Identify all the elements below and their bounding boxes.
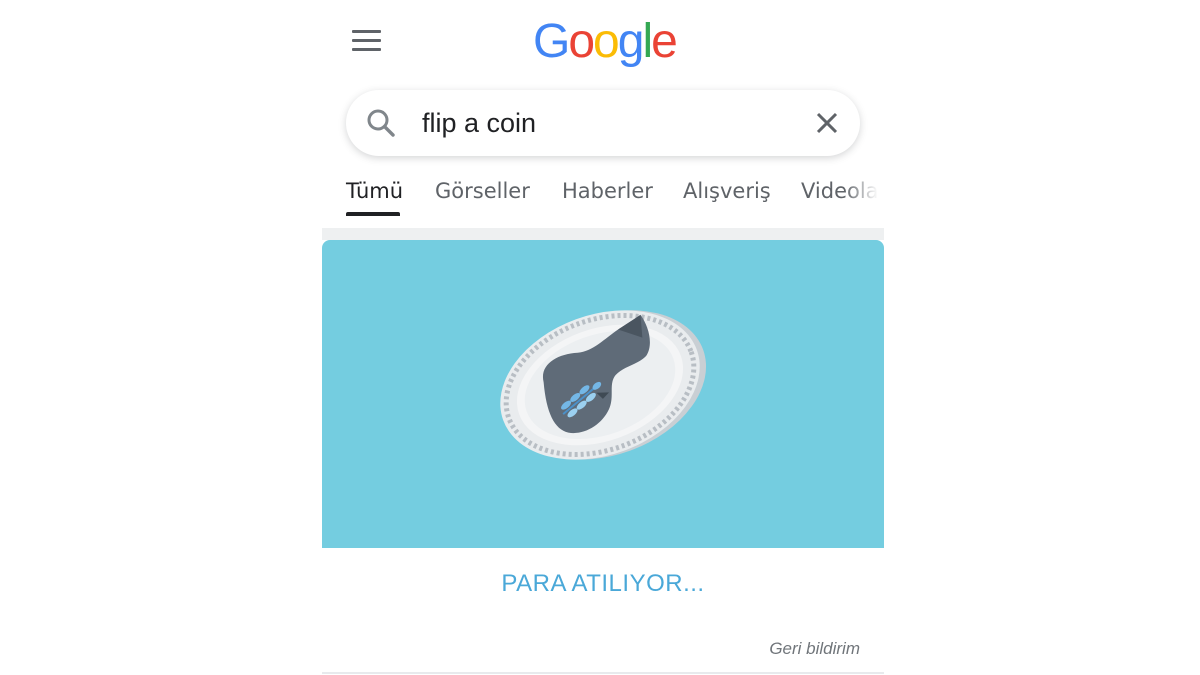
tabs-fade-overlay [844, 165, 884, 221]
coin-flipping-icon [500, 310, 707, 460]
tab-news[interactable]: Haberler [562, 179, 653, 203]
active-tab-indicator [346, 212, 400, 216]
close-icon[interactable] [814, 110, 840, 136]
google-search-page: Google Tümü Görseller Haberler Alışveriş… [0, 0, 1200, 675]
logo-letter: o [593, 15, 620, 68]
tab-all[interactable]: Tümü [346, 179, 403, 203]
section-divider [322, 228, 884, 240]
coin-flip-status: PARA ATILIYOR... [501, 570, 705, 597]
coin-flip-panel[interactable] [322, 240, 884, 548]
bottom-divider [322, 672, 884, 674]
logo-letter: e [651, 15, 678, 68]
logo-letter: G [533, 15, 570, 68]
search-tabs: Tümü Görseller Haberler Alışveriş Videol… [322, 165, 884, 221]
search-input[interactable] [422, 105, 782, 141]
logo-letter: l [642, 15, 653, 68]
google-logo[interactable]: Google [533, 12, 678, 72]
tab-images[interactable]: Görseller [435, 179, 530, 203]
hamburger-menu-icon[interactable] [352, 30, 382, 52]
feedback-link[interactable]: Geri bildirim [769, 639, 860, 659]
logo-letter: g [617, 15, 645, 68]
tab-shopping[interactable]: Alışveriş [683, 179, 771, 203]
search-box [346, 90, 860, 156]
logo-letter: o [568, 15, 595, 68]
search-icon[interactable] [366, 108, 396, 138]
